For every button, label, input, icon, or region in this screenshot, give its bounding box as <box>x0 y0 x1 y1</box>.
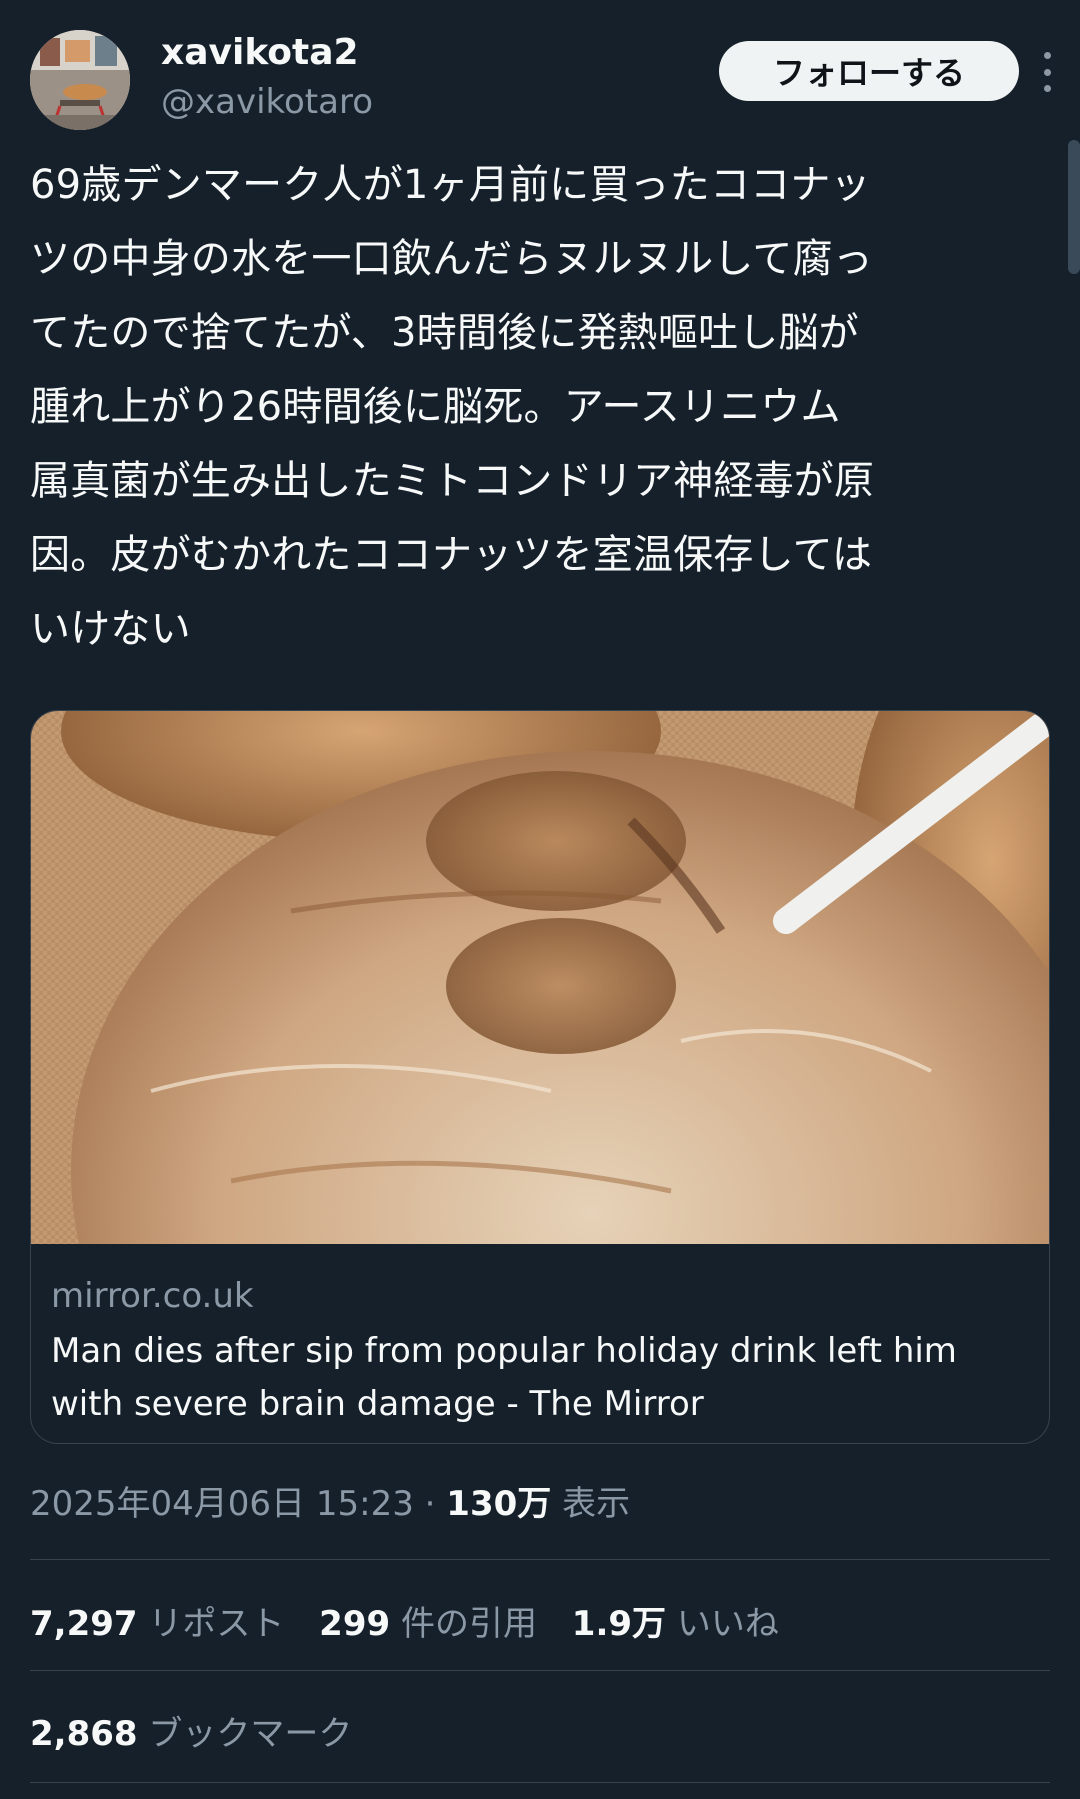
timestamp[interactable]: 2025年04月06日 15:23 · <box>30 1484 446 1524</box>
link-card[interactable]: mirror.co.uk Man dies after sip from pop… <box>30 710 1050 1444</box>
card-title[interactable]: Man dies after sip from popular holiday … <box>51 1325 1031 1431</box>
divider <box>30 1559 1050 1560</box>
avatar-image <box>30 30 130 130</box>
divider <box>30 1782 1050 1783</box>
engagement-stats: 7,297 リポスト 299 件の引用 1.9万 いいね <box>30 1596 803 1645</box>
tweet-text-line: いけない <box>30 606 191 652</box>
display-name[interactable]: xavikota2 <box>161 32 359 73</box>
quotes-stat[interactable]: 299 件の引用 <box>319 1604 537 1644</box>
tweet-header: xavikota2 @xavikotaro フォローする <box>30 28 1051 132</box>
card-domain: mirror.co.uk <box>51 1276 254 1316</box>
tweet-text-line: ツの中身の水を一口飲んだらヌルヌルして腐っ <box>30 236 873 282</box>
avatar[interactable] <box>30 30 130 130</box>
dot <box>1043 85 1051 92</box>
tweet-text: 69歳デンマーク人が1ヶ月前に買ったココナッ ツの中身の水を一口飲んだらヌルヌル… <box>30 148 1045 666</box>
tweet-meta: 2025年04月06日 15:23 · 130万 表示 <box>30 1476 630 1525</box>
tweet-text-line: 69歳デンマーク人が1ヶ月前に買ったココナッ <box>30 162 871 208</box>
likes-count: 1.9万 <box>571 1604 667 1644</box>
tweet-text-line: てたので捨てたが、3時間後に発熱嘔吐し脳が <box>30 310 859 356</box>
reposts-count: 7,297 <box>30 1604 138 1644</box>
dot <box>1043 52 1051 59</box>
scrollbar[interactable] <box>1068 140 1080 274</box>
views-label: 表示 <box>551 1484 631 1524</box>
bookmarks-count: 2,868 <box>30 1714 138 1754</box>
bookmarks-stat[interactable]: 2,868 ブックマーク <box>30 1706 352 1755</box>
likes-label: いいね <box>676 1604 779 1644</box>
user-handle[interactable]: @xavikotaro <box>161 82 373 122</box>
reposts-label: リポスト <box>148 1604 285 1644</box>
likes-stat[interactable]: 1.9万 いいね <box>572 1604 779 1644</box>
reposts-stat[interactable]: 7,297 リポスト <box>30 1604 284 1644</box>
more-options-icon[interactable] <box>1038 52 1056 92</box>
dot <box>1043 68 1051 76</box>
tweet-text-line: 腫れ上がり26時間後に脳死。アースリニウム <box>30 384 841 430</box>
quotes-count: 299 <box>319 1604 391 1644</box>
follow-button[interactable]: フォローする <box>719 41 1019 101</box>
card-image[interactable] <box>31 711 1049 1244</box>
bookmarks-label: ブックマーク <box>148 1714 353 1754</box>
quotes-label: 件の引用 <box>400 1604 537 1644</box>
tweet-text-line: 属真菌が生み出したミトコンドリア神経毒が原 <box>30 458 875 504</box>
divider <box>30 1670 1050 1671</box>
views-count: 130万 <box>446 1484 552 1524</box>
tweet-text-line: 因。皮がむかれたココナッツを室温保存しては <box>30 532 873 578</box>
